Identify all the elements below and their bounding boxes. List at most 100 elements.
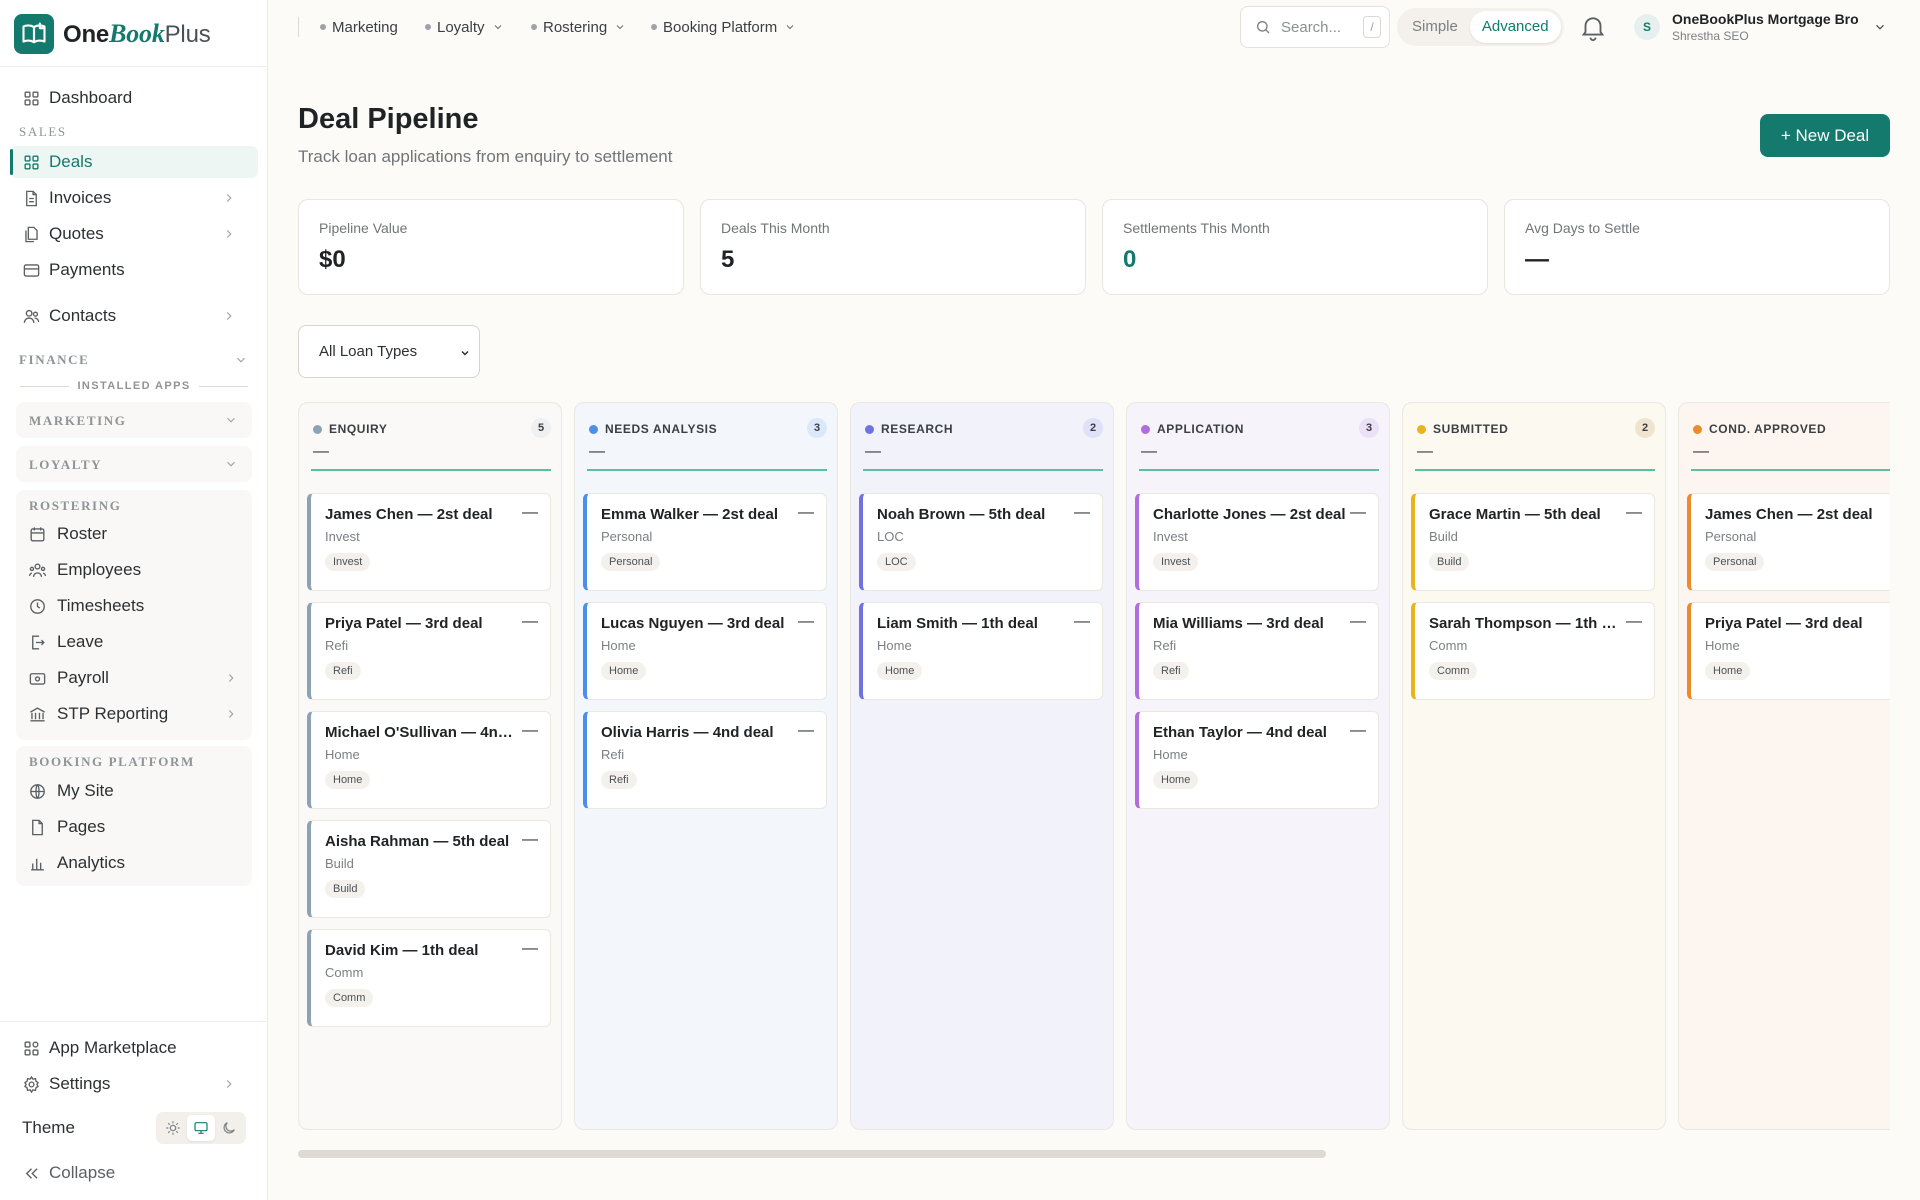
theme-system-button[interactable] [187,1115,215,1141]
collapse-button[interactable]: Collapse [10,1157,258,1189]
sidebar-item-timesheets[interactable]: Timesheets [28,591,144,621]
brand-name: OneBookPlus [63,19,211,48]
deal-card[interactable]: Noah Brown — 5th deal — LOC LOC [859,493,1103,591]
search-input[interactable]: Search... / [1240,6,1390,48]
sidebar-item-stp-reporting[interactable]: STP Reporting [28,699,168,729]
deal-card[interactable]: Emma Walker — 2st deal — Personal Personal [583,493,827,591]
chevron-down-icon[interactable] [234,353,248,367]
column-title: ENQUIRY [329,422,388,436]
user-name: OneBookPlus Mortgage Bro [1672,11,1859,27]
new-deal-button[interactable]: + New Deal [1760,114,1890,157]
deal-amount: — [1074,613,1090,630]
top-nav-marketing[interactable]: Marketing [320,16,398,38]
sidebar-item-payroll[interactable]: Payroll [28,663,109,693]
top-nav-booking-platform[interactable]: Booking Platform [651,16,796,38]
deal-title: Michael O'Sullivan — 4nd deal [325,724,521,741]
deal-card[interactable]: Priya Patel — 3rd deal — Refi Refi [307,602,551,700]
sidebar-item-roster[interactable]: Roster [28,519,107,549]
dot-icon [651,24,657,30]
deal-card[interactable]: Mia Williams — 3rd deal — Refi Refi [1135,602,1379,700]
sidebar-item-settings[interactable]: Settings [10,1068,258,1100]
column-divider [1691,469,1890,471]
top-nav-loyalty[interactable]: Loyalty [425,16,504,38]
chevron-down-icon [461,350,469,356]
group-marketing[interactable]: MARKETING [16,402,252,438]
deal-card[interactable]: James Chen — 2st deal Personal Personal [1687,493,1890,591]
theme-light-button[interactable] [159,1115,187,1141]
sidebar-item-deals[interactable]: Deals [10,146,258,178]
sidebar-item-my-site[interactable]: My Site [28,776,114,806]
wallet-icon [29,672,46,685]
user-menu[interactable]: S OneBookPlus Mortgage Bro Shrestha SEO [1634,8,1887,46]
chevron-right-icon [228,710,234,718]
deal-card[interactable]: Lucas Nguyen — 3rd deal — Home Home [583,602,827,700]
deal-tag: Build [1429,553,1470,571]
stat-card-deals-this-month: Deals This Month 5 [700,199,1086,295]
group-title: LOYALTY [29,457,103,472]
group-title: ROSTERING [29,498,122,513]
column-total: — [1693,443,1709,460]
deal-title: Ethan Taylor — 4nd deal [1153,724,1327,741]
sidebar-item-invoices[interactable]: Invoices [10,182,258,214]
column-total: — [865,443,881,460]
monitor-icon [194,1122,208,1134]
pipeline-column: ENQUIRY 5 — James Chen — 2st deal — Invest Inv… [298,402,562,1130]
deal-card[interactable]: David Kim — 1th deal — Comm Comm [307,929,551,1027]
column-title: COND. APPROVED [1709,422,1827,436]
files-icon [25,226,38,242]
deal-tag: Home [325,771,371,789]
deal-card[interactable]: Ethan Taylor — 4nd deal — Home Home [1135,711,1379,809]
loan-type-select[interactable]: All Loan Types [298,325,480,378]
chevron-right-icon [226,312,232,320]
stat-value: 0 [1123,246,1137,273]
deal-loan-type: Home [1153,747,1188,762]
sidebar-item-contacts[interactable]: Contacts [10,300,258,332]
deal-tag: LOC [877,553,916,571]
search-placeholder: Search... [1281,18,1342,36]
mode-advanced-button[interactable]: Advanced [1469,11,1561,43]
stat-label: Settlements This Month [1123,220,1270,236]
sidebar-item-payments[interactable]: Payments [10,254,258,286]
deal-card[interactable]: Charlotte Jones — 2st deal — Invest Invest [1135,493,1379,591]
deal-card[interactable]: Olivia Harris — 4nd deal — Refi Refi [583,711,827,809]
deal-loan-type: Refi [1153,638,1177,653]
section-label-finance[interactable]: FINANCE [19,352,89,368]
chevron-down-icon [227,461,235,467]
mode-toggle: Simple Advanced [1397,8,1564,46]
deal-card[interactable]: Grace Martin — 5th deal — Build Build [1411,493,1655,591]
stat-label: Pipeline Value [319,220,408,236]
shortcut-key: / [1363,16,1381,38]
group-title: MARKETING [29,413,127,428]
deal-card[interactable]: Sarah Thompson — 1th deal — Comm Comm [1411,602,1655,700]
deal-card[interactable]: Michael O'Sullivan — 4nd deal — Home Home [307,711,551,809]
deal-tag: Refi [1153,662,1189,680]
bar-chart-icon [31,858,44,871]
stage-dot-icon [1417,424,1426,434]
column-header: NEEDS ANALYSIS 3 [589,418,827,438]
bell-icon[interactable] [1578,12,1608,42]
horizontal-scrollbar[interactable] [298,1150,1326,1158]
deal-loan-type: Comm [325,965,364,980]
sidebar-item-dashboard[interactable]: Dashboard [10,82,258,114]
logo[interactable]: OneBookPlus [14,14,211,54]
sidebar-item-label: Invoices [49,188,112,207]
sidebar-item-employees[interactable]: Employees [28,555,141,585]
sidebar-item-pages[interactable]: Pages [28,812,105,842]
group-loyalty[interactable]: LOYALTY [16,446,252,482]
sidebar-item-label: App Marketplace [49,1038,177,1057]
deal-card[interactable]: Liam Smith — 1th deal — Home Home [859,602,1103,700]
deal-card[interactable]: Aisha Rahman — 5th deal — Build Build [307,820,551,918]
deal-card[interactable]: Priya Patel — 3rd deal Home Home [1687,602,1890,700]
dot-icon [425,24,431,30]
mode-simple-button[interactable]: Simple [1400,11,1470,43]
sidebar-item-analytics[interactable]: Analytics [28,848,125,878]
deal-card[interactable]: James Chen — 2st deal — Invest Invest [307,493,551,591]
sidebar-item-leave[interactable]: Leave [28,627,103,657]
top-nav-rostering[interactable]: Rostering [531,16,626,38]
sidebar-item-label: Dashboard [49,88,133,107]
sidebar-item-quotes[interactable]: Quotes [10,218,258,250]
theme-dark-button[interactable] [215,1115,243,1141]
apps-icon [24,1040,39,1056]
pipeline-column: COND. APPROVED — James Chen — 2st deal Pers… [1678,402,1890,1130]
sidebar-item-app-marketplace[interactable]: App Marketplace [10,1032,258,1064]
